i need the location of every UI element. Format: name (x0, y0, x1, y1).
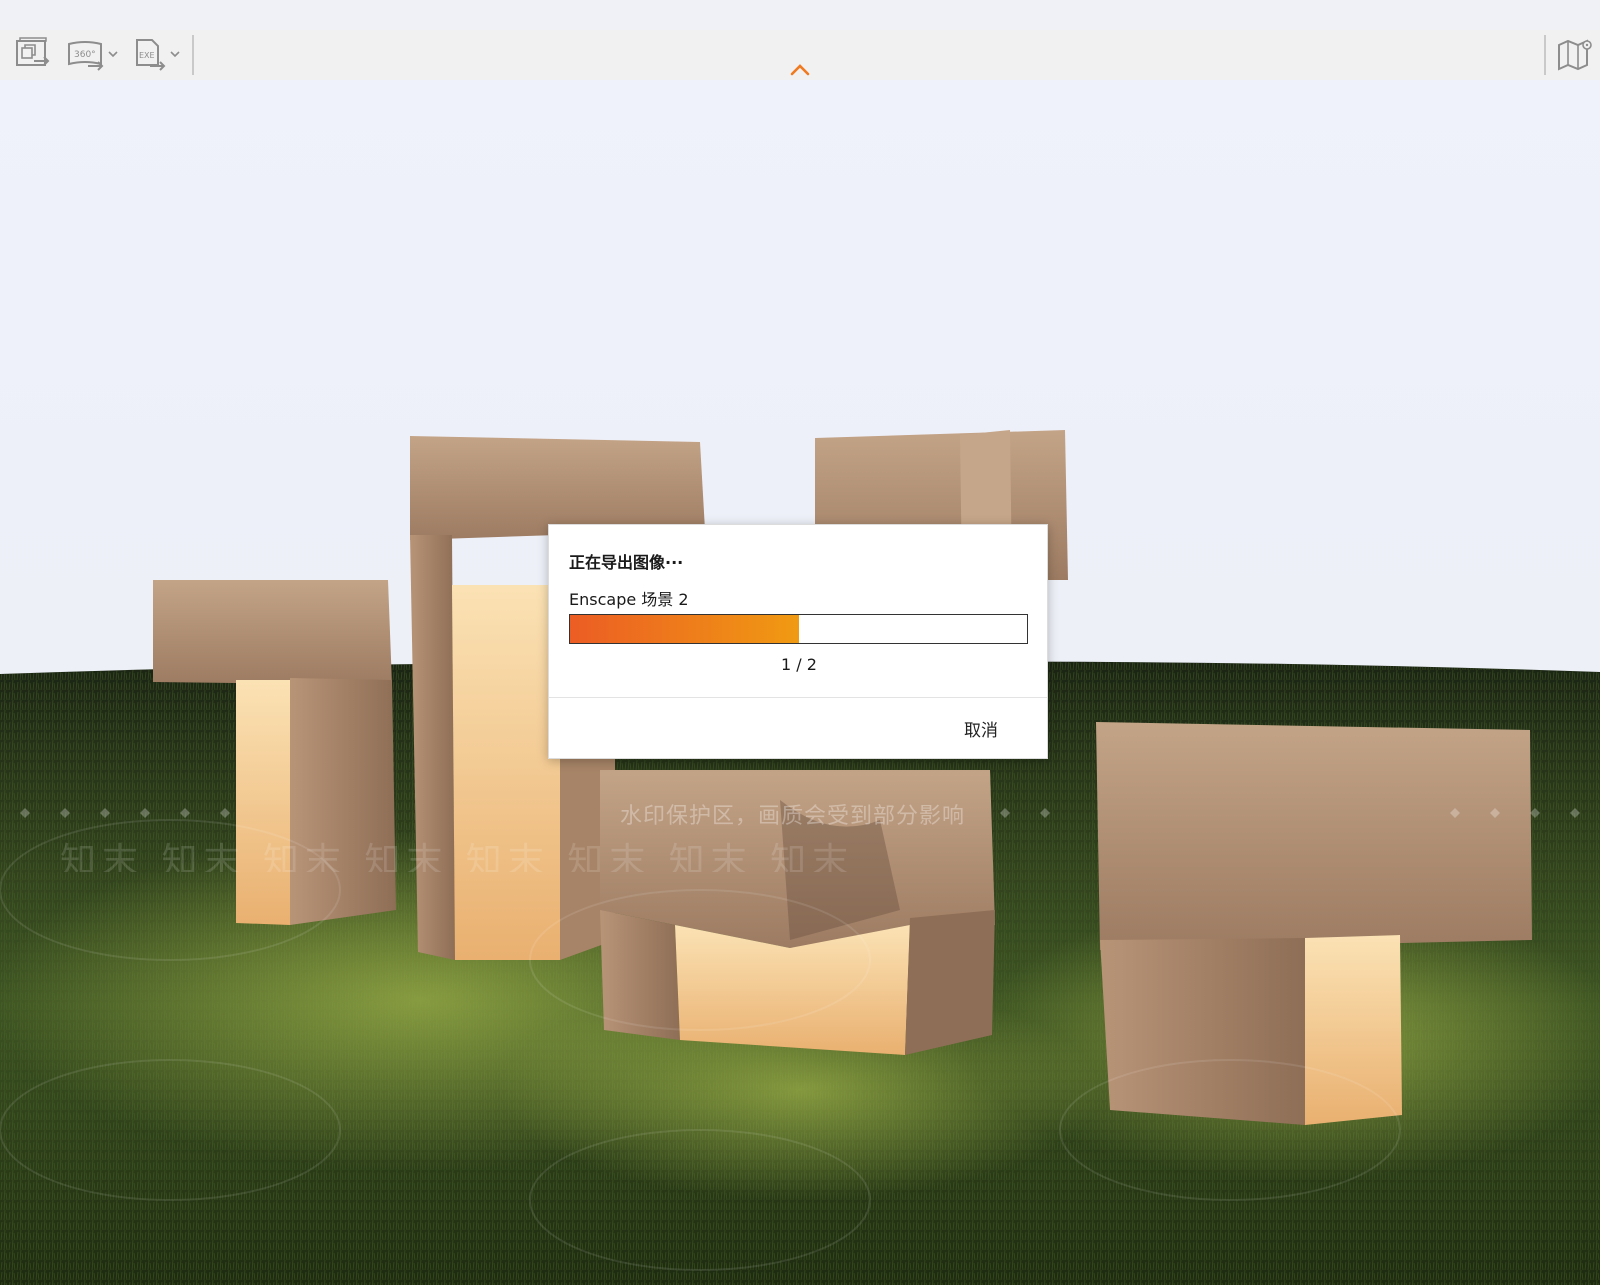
dialog-scene-name: Enscape 场景 2 (569, 590, 689, 609)
enscape-render-window: 360° EXE 水印保护区，画质会受到部分影响 知末 知末 知末 知末 知末 … (0, 0, 1600, 1285)
toolbar-divider (1544, 35, 1546, 75)
toolbar-divider (192, 35, 194, 75)
exe-export-button[interactable]: EXE (134, 37, 186, 73)
panorama-360-export-icon: 360° (68, 41, 104, 71)
watermark-notice: 水印保护区，画质会受到部分影响 (620, 804, 966, 829)
map-location-icon (1558, 39, 1592, 71)
chevron-up-icon (790, 64, 810, 76)
dialog-divider (549, 697, 1047, 698)
chevron-down-icon[interactable] (106, 37, 120, 73)
chevron-down-icon[interactable] (168, 37, 182, 73)
progress-counter: 1 / 2 (781, 655, 817, 674)
watermark-logo: 知末 知末 知末 知末 知末 知末 知末 知末 (60, 841, 855, 872)
watermark-logo-row: 知末 知末 知末 知末 知末 知末 知末 知末 (60, 832, 1600, 872)
export-progress-dialog: 正在导出图像··· Enscape 场景 2 1 / 2 取消 (548, 524, 1048, 759)
toolbar: 360° EXE (0, 30, 1600, 81)
cancel-button[interactable]: 取消 (945, 712, 1017, 744)
batch-render-button[interactable] (14, 37, 54, 73)
map-button[interactable] (1556, 37, 1596, 73)
panorama-360-label: 360° (74, 50, 96, 60)
panorama-export-button[interactable]: 360° (66, 37, 124, 73)
title-strip (0, 0, 1600, 30)
batch-render-icon (16, 37, 50, 66)
export-progress-fill (570, 615, 799, 643)
exe-label: EXE (139, 51, 155, 60)
dialog-title: 正在导出图像··· (569, 553, 684, 572)
standalone-exe-export-icon: EXE (136, 39, 166, 71)
collapse-toolbar-button[interactable] (786, 60, 814, 80)
export-progress-bar (569, 614, 1028, 644)
